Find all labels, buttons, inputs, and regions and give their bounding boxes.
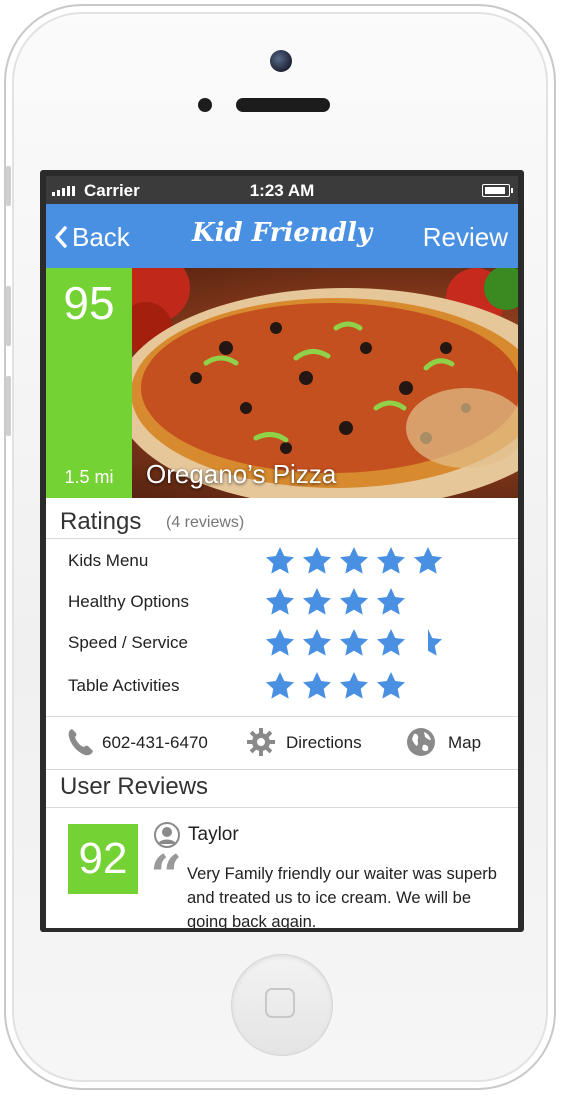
user-reviews-title: User Reviews	[60, 773, 209, 800]
rating-label: Healthy Options	[68, 592, 189, 611]
directions-button[interactable]: Directions	[246, 727, 376, 759]
restaurant-score-badge: 95 1.5 mi	[46, 268, 132, 498]
star-icon	[266, 672, 294, 699]
phone-icon	[68, 729, 93, 756]
rating-label: Kids Menu	[68, 551, 149, 570]
restaurant-score: 95	[63, 277, 115, 329]
directions-label: Directions	[286, 733, 362, 752]
review-score-badge: 92	[68, 824, 138, 894]
distance-label: 1.5 mi	[64, 467, 114, 487]
call-button[interactable]: 602-431-6470	[66, 727, 216, 759]
star-icon	[340, 672, 368, 699]
ratings-header: Ratings (4 reviews)	[46, 498, 518, 539]
restaurant-photo: 95 1.5 mi Oregano’s Pizza	[46, 268, 518, 498]
rating-row: Healthy Options	[46, 582, 518, 622]
star-icon	[377, 672, 405, 699]
star-half-icon	[428, 629, 442, 656]
rating-row: Kids Menu	[46, 541, 518, 581]
action-bar: 602-431-6470 Directions Map	[46, 716, 518, 770]
star-icon	[303, 547, 331, 574]
app-screen: Carrier 1:23 AM Back Kid Friendly Review	[46, 176, 518, 928]
star-icon	[266, 629, 294, 656]
home-square-icon	[265, 988, 295, 1018]
rating-label: Table Activities	[68, 676, 180, 695]
screen-bezel: Carrier 1:23 AM Back Kid Friendly Review	[40, 170, 524, 932]
star-icon	[340, 547, 368, 574]
earpiece-speaker	[236, 98, 330, 112]
restaurant-name: Oregano’s Pizza	[146, 459, 337, 489]
review-count: (4 reviews)	[166, 514, 245, 531]
status-bar: Carrier 1:23 AM	[46, 176, 518, 204]
mute-switch	[6, 166, 11, 206]
rating-label: Speed / Service	[68, 633, 189, 652]
phone-number: 602-431-6470	[102, 733, 208, 752]
home-button[interactable]	[231, 954, 333, 1056]
star-icon	[303, 588, 331, 615]
rating-row: Speed / Service	[46, 623, 518, 663]
star-icon	[377, 629, 405, 656]
navigation-bar: Back Kid Friendly Review	[46, 204, 518, 268]
ratings-title: Ratings	[60, 508, 142, 535]
globe-icon	[407, 728, 435, 756]
front-camera	[270, 50, 292, 72]
user-reviews-header: User Reviews	[46, 769, 518, 808]
clock: 1:23 AM	[249, 181, 315, 200]
volume-down-button	[6, 376, 11, 436]
review-text: Very Family friendly our waiter was supe…	[187, 865, 497, 928]
star-icon	[340, 629, 368, 656]
proximity-sensor	[198, 98, 212, 112]
star-icon	[340, 588, 368, 615]
review-button[interactable]: Review	[423, 222, 508, 253]
battery-icon	[482, 184, 513, 197]
star-icon	[377, 588, 405, 615]
star-icon	[414, 547, 442, 574]
quote-icon: “	[150, 843, 183, 909]
star-icon	[266, 588, 294, 615]
star-icon	[377, 547, 405, 574]
back-button[interactable]: Back	[54, 222, 130, 253]
star-icon	[303, 672, 331, 699]
volume-up-button	[6, 286, 11, 346]
chevron-left-icon	[55, 226, 67, 248]
map-label: Map	[448, 733, 482, 752]
reviewer-name: Taylor	[188, 824, 239, 845]
map-button[interactable]: Map	[406, 727, 496, 759]
back-label: Back	[72, 222, 130, 252]
star-icon	[266, 547, 294, 574]
star-icon	[303, 629, 331, 656]
gear-icon	[247, 728, 275, 756]
rating-row: Table Activities	[46, 666, 518, 706]
